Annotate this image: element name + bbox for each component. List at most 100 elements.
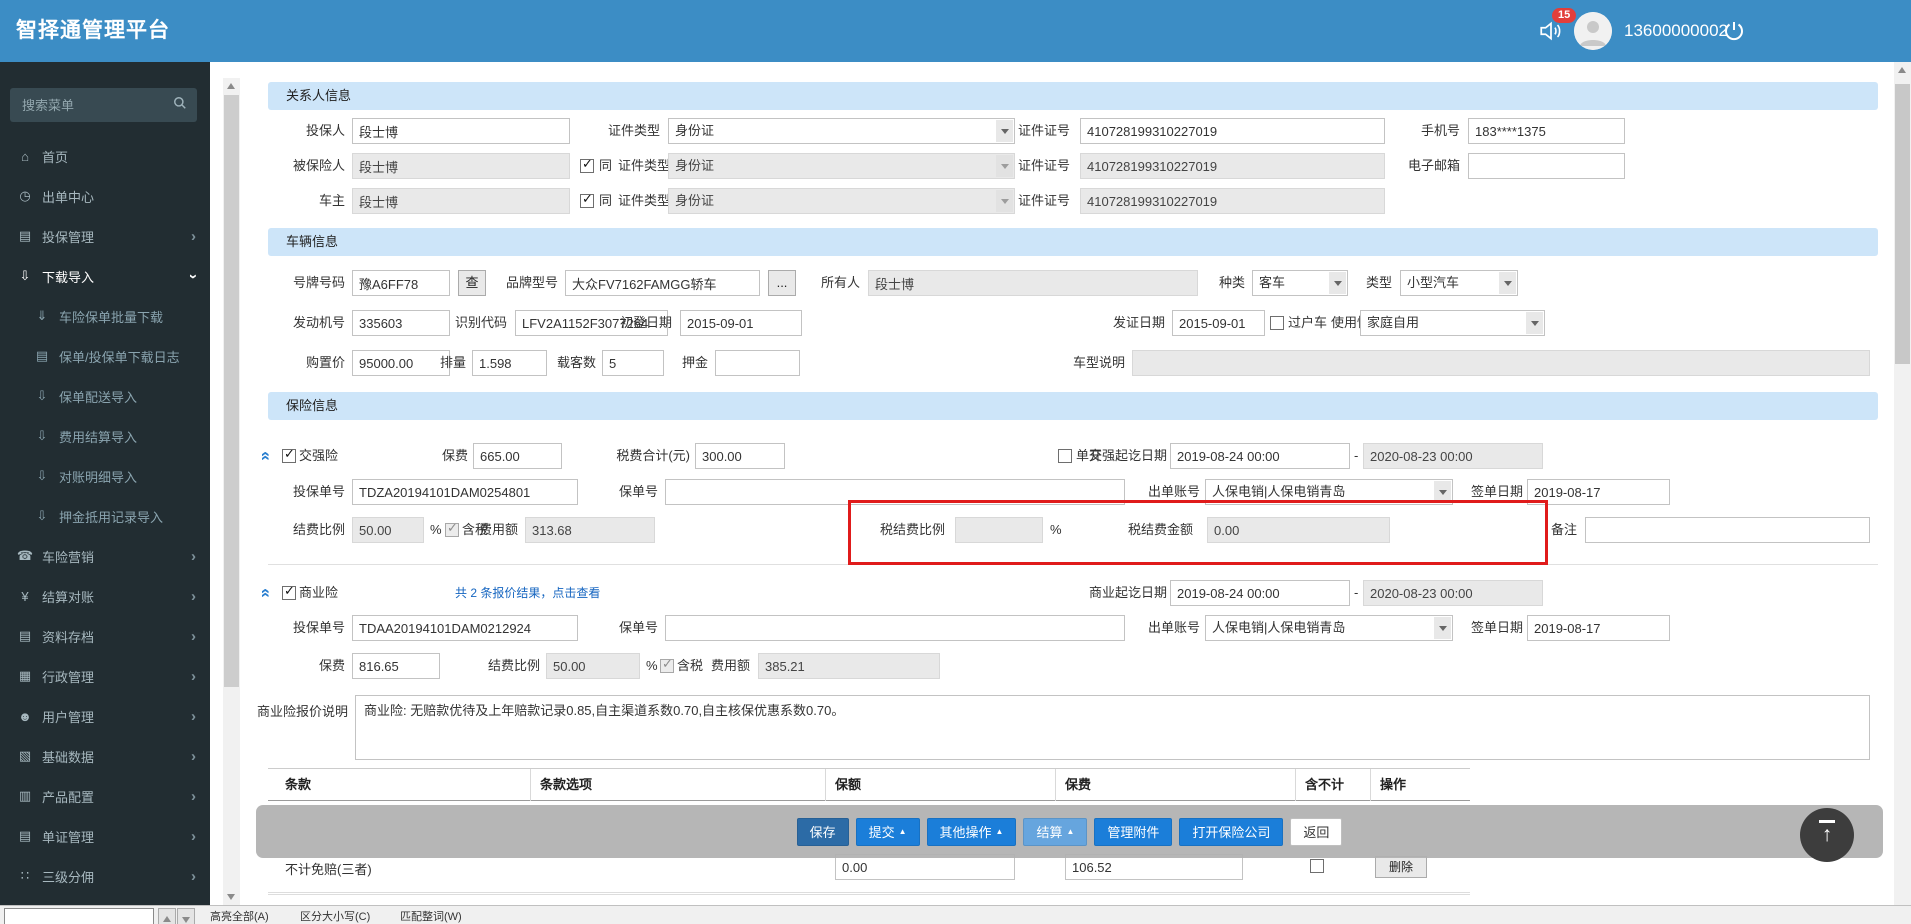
sidebar: ⌂ 首页 ◷ 出单中心 ▤ 投保管理 › ⇩ 下载导入 › ⇓ 车险保单批量下载 ▤ 保单/投保… [0, 62, 210, 924]
save-button[interactable]: 保存 [796, 817, 849, 846]
sidebar-item-label: 产品配置 [42, 789, 95, 805]
content-left-scrollbar[interactable] [223, 78, 240, 905]
sy-note-label: 商业险报价说明 [256, 704, 348, 719]
sidebar-item-issue-center[interactable]: ◷ 出单中心 [0, 176, 210, 216]
brand-more-button[interactable]: ... [768, 270, 796, 296]
sidebar-item-policy-mgmt[interactable]: ▤ 投保管理 › [0, 216, 210, 256]
submit-button[interactable]: 提交 ▲ [855, 817, 920, 846]
brand-input[interactable] [565, 270, 760, 296]
sidebar-item-delivery-import[interactable]: ⇩ 保单配送导入 [0, 376, 210, 416]
dropdown-arrow-icon[interactable] [1526, 312, 1543, 334]
settle-button[interactable]: 结算 ▲ [1023, 817, 1088, 846]
plate-input[interactable] [352, 270, 450, 296]
sidebar-item-settlement[interactable]: ¥ 结算对账 › [0, 576, 210, 616]
cert-type-select[interactable]: 身份证 [668, 118, 1015, 144]
collapse-icon[interactable]: « [255, 582, 277, 604]
dropdown-arrow-icon[interactable] [1434, 481, 1451, 503]
search-icon[interactable] [173, 96, 187, 115]
jq-policyno-input[interactable] [665, 479, 1125, 505]
sy-ratio-input [546, 653, 640, 679]
whole-words-toggle[interactable]: 匹配整词(W) [400, 906, 462, 924]
match-case-toggle[interactable]: 区分大小写(C) [300, 906, 370, 924]
sidebar-item-product-config[interactable]: ▥ 产品配置 › [0, 776, 210, 816]
dropdown-arrow-icon[interactable] [1329, 272, 1346, 294]
search-input[interactable] [20, 96, 173, 114]
seats-input[interactable] [602, 350, 664, 376]
logout-power-icon[interactable] [1722, 19, 1746, 48]
usage-select[interactable]: 家庭自用 [1360, 310, 1545, 336]
other-actions-button[interactable]: 其他操作 ▲ [926, 817, 1017, 846]
transfer-checkbox[interactable] [1270, 316, 1284, 330]
type-select[interactable]: 小型汽车 [1400, 270, 1518, 296]
scrollbar-thumb[interactable] [1895, 84, 1910, 364]
jq-separate-checkbox[interactable] [1058, 449, 1072, 463]
kind-select[interactable]: 客车 [1252, 270, 1348, 296]
sidebar-item-marketing[interactable]: ☎ 车险营销 › [0, 536, 210, 576]
sidebar-item-download-import[interactable]: ⇩ 下载导入 › [0, 256, 210, 296]
sidebar-item-commission[interactable]: ∷ 三级分佣 › [0, 856, 210, 896]
manage-attachments-button[interactable]: 管理附件 [1094, 817, 1173, 846]
find-prev-button[interactable] [158, 908, 176, 924]
jq-tax-input[interactable] [695, 443, 785, 469]
sidebar-item-batch-download[interactable]: ⇓ 车险保单批量下载 [0, 296, 210, 336]
find-next-button[interactable] [177, 908, 195, 924]
jq-period-start-input[interactable] [1170, 443, 1350, 469]
applicant-input[interactable] [352, 118, 570, 144]
same-as-applicant-checkbox[interactable] [580, 156, 594, 173]
phone-input[interactable] [1468, 118, 1625, 144]
sidebar-item-deposit-import[interactable]: ⇩ 押金抵用记录导入 [0, 496, 210, 536]
back-button[interactable]: 返回 [1290, 817, 1343, 846]
cert-no-input[interactable] [1080, 118, 1385, 144]
sidebar-item-recon-detail-import[interactable]: ⇩ 对账明细导入 [0, 456, 210, 496]
deductible-checkbox[interactable] [1310, 859, 1324, 873]
email-input[interactable] [1468, 153, 1625, 179]
sidebar-item-users[interactable]: ☻ 用户管理 › [0, 696, 210, 736]
sidebar-item-label: 对账明细导入 [59, 469, 138, 485]
sidebar-item-download-log[interactable]: ▤ 保单/投保单下载日志 [0, 336, 210, 376]
issue-date-input[interactable] [1172, 310, 1265, 336]
delete-row-button[interactable]: 删除 [1375, 856, 1427, 878]
sy-period-start-input[interactable] [1170, 580, 1350, 606]
user-phone[interactable]: 13600000002 [1624, 0, 1728, 62]
find-input[interactable] [4, 908, 154, 924]
sy-quote-results-link[interactable]: 共 2 条报价结果，点击查看 [455, 580, 600, 606]
scroll-down-icon[interactable] [227, 894, 235, 900]
scrollbar-thumb[interactable] [224, 95, 239, 687]
sidebar-item-fee-settle-import[interactable]: ⇩ 费用结算导入 [0, 416, 210, 456]
highlight-all-toggle[interactable]: 高亮全部(A) [210, 906, 269, 924]
sy-policyno-input[interactable] [665, 615, 1125, 641]
dropdown-arrow-icon[interactable] [1499, 272, 1516, 294]
open-insurer-button[interactable]: 打开保险公司 [1179, 817, 1284, 846]
jq-appno-input[interactable] [352, 479, 578, 505]
sidebar-item-base-data[interactable]: ▧ 基础数据 › [0, 736, 210, 776]
jq-enabled-checkbox[interactable] [282, 446, 296, 463]
sy-appno-input[interactable] [352, 615, 578, 641]
jq-premium-input[interactable] [473, 443, 562, 469]
displacement-input[interactable] [472, 350, 547, 376]
sy-account-select[interactable]: 人保电销|人保电销青岛 [1205, 615, 1453, 641]
avatar[interactable] [1574, 12, 1612, 50]
dropdown-arrow-icon[interactable] [1434, 617, 1451, 639]
sy-premium-input[interactable] [352, 653, 440, 679]
sy-note-textarea[interactable]: 商业险: 无赔款优待及上年赔款记录0.85,自主渠道系数0.70,自主核保优惠系… [355, 695, 1870, 760]
scroll-to-top-button[interactable]: ↑ [1800, 808, 1854, 862]
same-as-applicant-checkbox[interactable] [580, 191, 594, 208]
first-reg-input[interactable] [680, 310, 802, 336]
jq-account-select[interactable]: 人保电销|人保电销青岛 [1205, 479, 1453, 505]
page-scrollbar[interactable] [1894, 62, 1911, 924]
sidebar-item-archive[interactable]: ▤ 资料存档 › [0, 616, 210, 656]
jq-remark-input[interactable] [1585, 517, 1870, 543]
scroll-up-icon[interactable] [227, 83, 235, 89]
notification-badge[interactable]: 15 [1552, 8, 1577, 23]
collapse-icon[interactable]: « [255, 445, 277, 467]
sy-enabled-checkbox[interactable] [282, 583, 296, 600]
jq-signdate-input[interactable] [1527, 479, 1670, 505]
deposit-input[interactable] [715, 350, 800, 376]
sidebar-item-doc-mgmt[interactable]: ▤ 单证管理 › [0, 816, 210, 856]
sidebar-item-admin[interactable]: ▦ 行政管理 › [0, 656, 210, 696]
percent-sign: % [1050, 522, 1062, 537]
sidebar-item-home[interactable]: ⌂ 首页 [0, 136, 210, 176]
plate-query-button[interactable]: 查 [458, 270, 486, 296]
sy-signdate-input[interactable] [1527, 615, 1670, 641]
scroll-up-icon[interactable] [1898, 67, 1906, 73]
